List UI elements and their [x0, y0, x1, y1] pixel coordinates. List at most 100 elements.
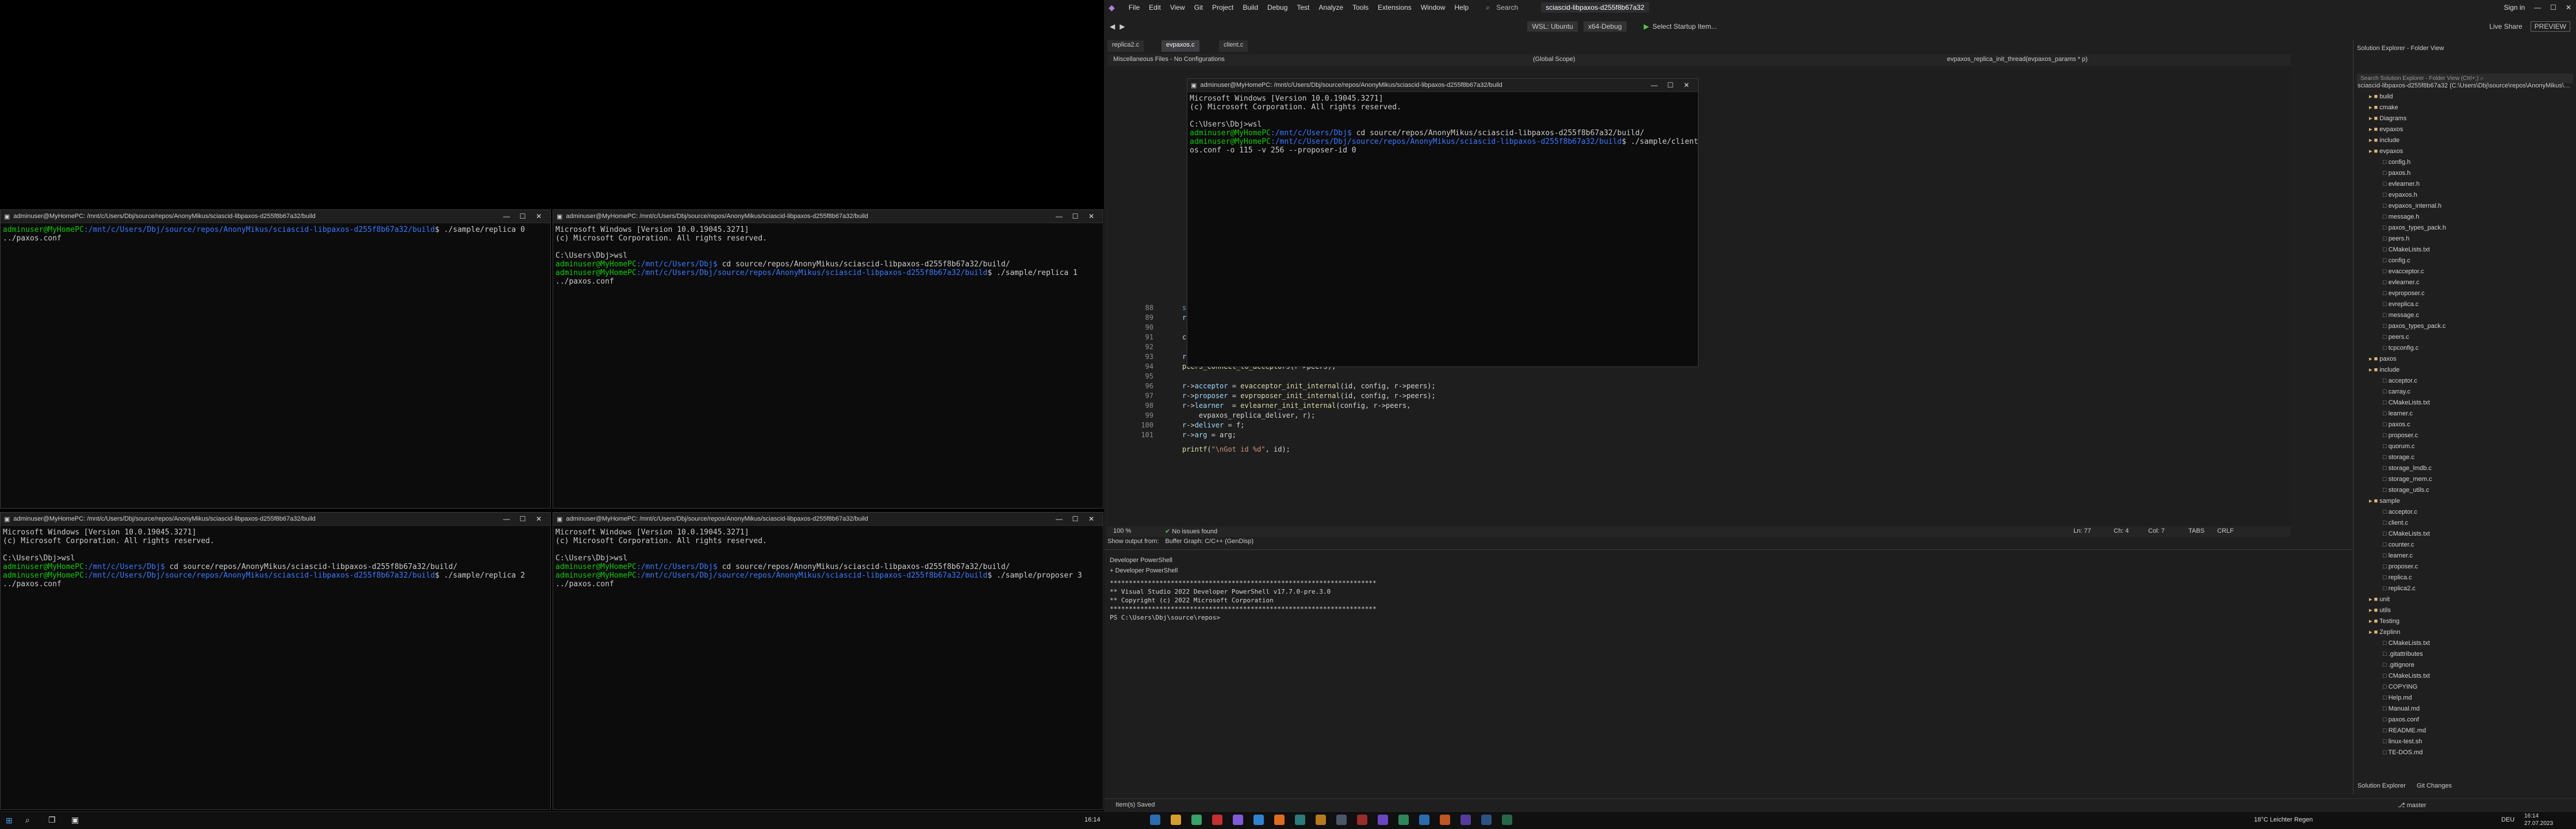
project-select[interactable]: Miscellaneous Files - No Configurations: [1113, 56, 1225, 63]
tree-file[interactable]: □ config.c: [2358, 255, 2570, 266]
menu-item-extensions[interactable]: Extensions: [1378, 3, 1412, 12]
tree-file[interactable]: □ learner.c: [2358, 408, 2570, 419]
maximize-icon[interactable]: ☐: [515, 212, 531, 220]
menu-item-test[interactable]: Test: [1297, 3, 1309, 12]
tree-folder[interactable]: ▸ ■ evpaxos: [2358, 124, 2570, 135]
panel-tab[interactable]: + Developer PowerShell: [1104, 566, 2352, 575]
tree-folder[interactable]: ▸ ■ Diagrams: [2358, 113, 2570, 124]
app-icon[interactable]: [1440, 815, 1450, 825]
tab-replica2[interactable]: replica2.c: [1107, 40, 1144, 52]
file-tree[interactable]: sciascid-libpaxos-d255f8b67a32 (C:\Users…: [2358, 81, 2570, 756]
tree-file[interactable]: □ linux-test.sh: [2358, 736, 2570, 747]
menu-item-debug[interactable]: Debug: [1267, 3, 1287, 12]
output-source-select[interactable]: Buffer Graph: C/C++ (GenDisp): [1165, 538, 1254, 545]
app-icon[interactable]: [1171, 815, 1181, 825]
powershell-output[interactable]: ****************************************…: [1104, 575, 2352, 625]
tree-file[interactable]: □ message.c: [2358, 310, 2570, 321]
tree-file[interactable]: □ tcpconfig.c: [2358, 343, 2570, 354]
terminal-replica-1[interactable]: ▣ adminuser@MyHomePC: /mnt/c/Users/Dbj/s…: [553, 209, 1103, 509]
start-icon[interactable]: ⊞: [6, 816, 13, 826]
task-view-icon[interactable]: ❐: [48, 815, 56, 825]
tree-file[interactable]: □ evpaxos.h: [2358, 190, 2570, 201]
tree-file[interactable]: □ TE-DOS.md: [2358, 747, 2570, 758]
close-icon[interactable]: ✕: [531, 515, 547, 523]
tree-file[interactable]: □ COPYING: [2358, 682, 2570, 693]
tab-evpaxos[interactable]: evpaxos.c: [1162, 40, 1199, 52]
tree-file[interactable]: □ README.md: [2358, 725, 2570, 736]
maximize-icon[interactable]: ☐: [2550, 3, 2556, 12]
app-icon[interactable]: [1212, 815, 1222, 825]
terminal-output[interactable]: Microsoft Windows [Version 10.0.19045.32…: [1, 526, 550, 591]
tree-file[interactable]: □ quorum.c: [2358, 441, 2570, 452]
tree-file[interactable]: □ peers.c: [2358, 332, 2570, 343]
app-icon[interactable]: [1357, 815, 1367, 825]
tree-file[interactable]: □ .gitignore: [2358, 660, 2570, 671]
tree-file[interactable]: □ paxos_types_pack.c: [2358, 321, 2570, 332]
config-select[interactable]: x64-Debug: [1583, 21, 1627, 32]
clock-time[interactable]: 16:14: [2524, 813, 2539, 819]
menu-item-build[interactable]: Build: [1243, 3, 1258, 12]
tree-file[interactable]: □ storage_lmdb.c: [2358, 463, 2570, 474]
minimize-icon[interactable]: —: [1051, 212, 1067, 220]
scope-select[interactable]: (Global Scope): [1533, 56, 1575, 63]
app-icon[interactable]: [1481, 815, 1492, 825]
code-line[interactable]: printf("\nGot id %d", id);: [1182, 445, 1290, 453]
menu-item-edit[interactable]: Edit: [1149, 3, 1161, 12]
terminal-replica-2[interactable]: ▣ adminuser@MyHomePC: /mnt/c/Users/Dbj/s…: [0, 512, 551, 810]
tree-file[interactable]: □ replica.c: [2358, 572, 2570, 583]
terminal-output[interactable]: adminuser@MyHomePC:/mnt/c/Users/Dbj/sour…: [1, 223, 550, 245]
tree-file[interactable]: □ replica2.c: [2358, 583, 2570, 594]
app-icon[interactable]: [1502, 815, 1512, 825]
app-icon[interactable]: [1274, 815, 1285, 825]
back-icon[interactable]: ◀: [1110, 22, 1115, 30]
tree-file[interactable]: □ Manual.md: [2358, 704, 2570, 715]
forward-icon[interactable]: ▶: [1120, 22, 1125, 30]
terminal-client[interactable]: ▣ adminuser@MyHomePC: /mnt/c/Users/Dbj/s…: [1187, 78, 1699, 367]
menu-item-tools[interactable]: Tools: [1352, 3, 1368, 12]
tree-file[interactable]: □ storage_utils.c: [2358, 485, 2570, 496]
tree-file[interactable]: □ peers.h: [2358, 234, 2570, 245]
tree-file[interactable]: □ paxos.h: [2358, 168, 2570, 179]
menu-item-analyze[interactable]: Analyze: [1318, 3, 1343, 12]
branch-indicator[interactable]: ⎇ master: [2398, 801, 2426, 809]
title-bar[interactable]: ▣ adminuser@MyHomePC: /mnt/c/Users/Dbj/s…: [1187, 79, 1698, 92]
close-icon[interactable]: ✕: [2566, 3, 2571, 12]
maximize-icon[interactable]: ☐: [1067, 212, 1083, 220]
code-line[interactable]: r->arg = arg;: [1182, 431, 1236, 439]
tree-file[interactable]: □ paxos.c: [2358, 419, 2570, 430]
terminal-output[interactable]: Microsoft Windows [Version 10.0.19045.32…: [553, 526, 1103, 591]
minimize-icon[interactable]: —: [1646, 81, 1662, 89]
language[interactable]: DEU: [2501, 816, 2514, 823]
tree-file[interactable]: □ client.c: [2358, 518, 2570, 529]
tree-file[interactable]: □ config.h: [2358, 157, 2570, 168]
close-icon[interactable]: ✕: [1083, 212, 1099, 220]
app-icon[interactable]: [1191, 815, 1202, 825]
tree-file[interactable]: □ CMakeLists.txt: [2358, 671, 2570, 682]
target-select[interactable]: WSL: Ubuntu: [1527, 21, 1578, 32]
tree-folder[interactable]: ▸ ■ evpaxos: [2358, 146, 2570, 157]
tree-file[interactable]: □ CMakeLists.txt: [2358, 398, 2570, 408]
title-bar[interactable]: ▣ adminuser@MyHomePC: /mnt/c/Users/Dbj/s…: [553, 513, 1103, 526]
weather[interactable]: 18°C Leichter Regen: [2254, 816, 2313, 823]
app-icon[interactable]: [1254, 815, 1264, 825]
tree-folder[interactable]: ▸ ■ unit: [2358, 594, 2570, 605]
sign-in-link[interactable]: Sign in: [2504, 3, 2525, 12]
menu-item-project[interactable]: Project: [1212, 3, 1233, 12]
tree-file[interactable]: □ acceptor.c: [2358, 507, 2570, 518]
tree-file[interactable]: □ evreplica.c: [2358, 299, 2570, 310]
terminal-proposer-3[interactable]: ▣ adminuser@MyHomePC: /mnt/c/Users/Dbj/s…: [553, 512, 1103, 810]
tree-root[interactable]: sciascid-libpaxos-d255f8b67a32 (C:\Users…: [2358, 81, 2570, 91]
tree-file[interactable]: □ CMakeLists.txt: [2358, 245, 2570, 255]
close-icon[interactable]: ✕: [531, 212, 547, 220]
tree-file[interactable]: □ evlearner.h: [2358, 179, 2570, 190]
tree-file[interactable]: □ storage.c: [2358, 452, 2570, 463]
tree-file[interactable]: □ storage_mem.c: [2358, 474, 2570, 485]
code-line[interactable]: evpaxos_replica_deliver, r);: [1182, 411, 1315, 419]
app-icon[interactable]: [1419, 815, 1429, 825]
maximize-icon[interactable]: ☐: [1067, 515, 1083, 523]
menu-item-help[interactable]: Help: [1455, 3, 1469, 12]
code-line[interactable]: r->proposer = evproposer_init_internal(i…: [1182, 392, 1436, 400]
tree-file[interactable]: □ Help.md: [2358, 693, 2570, 704]
tree-file[interactable]: □ CMakeLists.txt: [2358, 638, 2570, 649]
tab-client[interactable]: client.c: [1219, 40, 1248, 52]
